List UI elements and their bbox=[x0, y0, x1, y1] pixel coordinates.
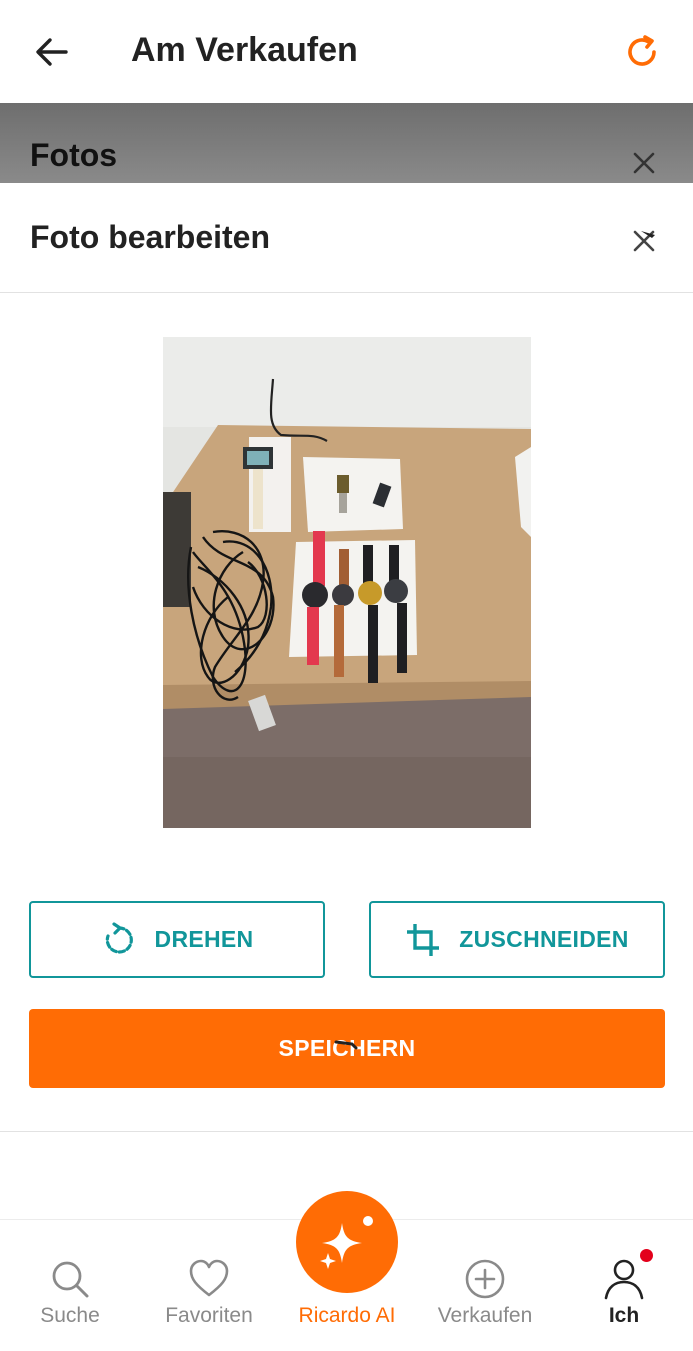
close-icon[interactable] bbox=[628, 147, 660, 179]
nav-item-profile[interactable]: Ich bbox=[554, 1220, 693, 1351]
rotate-button[interactable]: DREHEN bbox=[29, 901, 325, 978]
crop-icon bbox=[407, 923, 440, 956]
app-bar: Am Verkaufen bbox=[0, 0, 693, 103]
sparkle-icon bbox=[320, 1216, 373, 1269]
background-sheet-overlay[interactable]: Fotos bbox=[0, 103, 693, 183]
crop-label: ZUSCHNEIDEN bbox=[459, 926, 629, 952]
nav-label-ricardo-ai: Ricardo AI bbox=[298, 1304, 396, 1327]
rotate-icon bbox=[105, 921, 133, 954]
arrow-left-icon[interactable] bbox=[30, 30, 74, 74]
background-sheet-title: Fotos bbox=[30, 137, 118, 173]
nav-label-search: Suche bbox=[40, 1304, 100, 1327]
heart-icon bbox=[189, 1259, 229, 1297]
notification-dot bbox=[640, 1249, 653, 1262]
crop-button[interactable]: ZUSCHNEIDEN bbox=[369, 901, 665, 978]
search-icon bbox=[52, 1261, 89, 1298]
cursor-icon bbox=[334, 1040, 358, 1050]
edited-photo bbox=[163, 337, 531, 828]
refresh-icon[interactable] bbox=[620, 30, 664, 74]
nav-label-sell: Verkaufen bbox=[437, 1304, 533, 1327]
nav-label-profile: Ich bbox=[608, 1304, 640, 1327]
edit-photo-sheet: Foto bearbeiten DREHEN ZUSCHNEIDEN SPEIC… bbox=[0, 183, 693, 1219]
nav-item-sell[interactable]: Verkaufen bbox=[415, 1220, 555, 1351]
nav-label-favorites: Favoriten bbox=[165, 1304, 253, 1327]
ricardo-ai-button[interactable] bbox=[296, 1191, 398, 1293]
nav-item-search[interactable]: Suche bbox=[0, 1220, 140, 1351]
nav-item-favorites[interactable]: Favoriten bbox=[139, 1220, 279, 1351]
rotate-label: DREHEN bbox=[154, 926, 254, 952]
page-title: Am Verkaufen bbox=[131, 31, 358, 69]
sheet-title: Foto bearbeiten bbox=[30, 219, 271, 255]
close-icon[interactable] bbox=[628, 225, 660, 257]
divider bbox=[0, 1131, 693, 1132]
plus-circle-icon bbox=[465, 1259, 505, 1299]
sheet-header: Foto bearbeiten bbox=[0, 183, 693, 293]
user-icon bbox=[604, 1259, 644, 1300]
